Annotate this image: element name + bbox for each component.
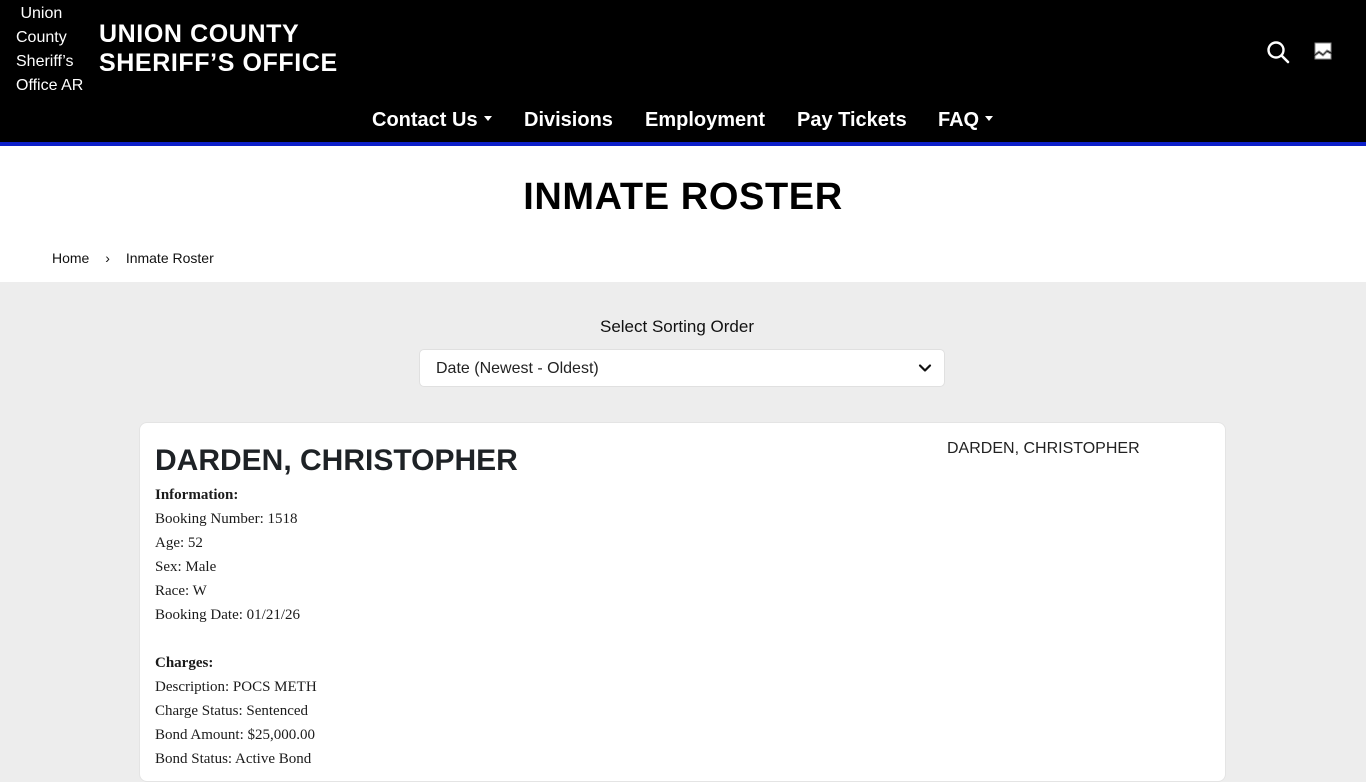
site-title-line-1: UNION COUNTY <box>99 20 300 48</box>
information-heading: Information: <box>155 487 239 503</box>
booking-date: Booking Date: 01/21/26 <box>155 607 300 623</box>
charge-status: Charge Status: Sentenced <box>155 703 309 719</box>
logo-link[interactable]: Union County Sheriff’s Office AR <box>16 2 96 98</box>
nav-item-employment[interactable]: Employment <box>645 104 765 136</box>
charge-description: Description: POCS METH <box>155 679 317 695</box>
page-title: INMATE ROSTER <box>523 176 843 218</box>
sort-order-select[interactable]: Date (Newest - Oldest) <box>419 349 945 387</box>
main-nav: Contact Us Divisions Employment Pay Tick… <box>0 104 1366 138</box>
inmate-details: Information: Booking Number: 1518 Age: 5… <box>155 483 755 771</box>
nav-item-label: FAQ <box>938 109 980 131</box>
breadcrumb-separator: › <box>105 250 110 266</box>
breadcrumb: Home › Inmate Roster <box>52 248 214 268</box>
site-header: Union County Sheriff’s Office AR UNION C… <box>0 0 1366 146</box>
bond-amount: Bond Amount: $25,000.00 <box>155 727 316 743</box>
inmate-name: DARDEN, CHRISTOPHER <box>155 444 518 477</box>
site-title-line-2: SHERIFF’S OFFICE <box>99 49 338 77</box>
page-header: INMATE ROSTER Home › Inmate Roster <box>0 146 1366 282</box>
bond-status: Bond Status: Active Bond <box>155 751 312 767</box>
nav-item-pay-tickets[interactable]: Pay Tickets <box>797 104 907 136</box>
caret-down-icon <box>985 116 994 122</box>
search-button[interactable] <box>1264 38 1292 66</box>
inmate-photo-alt-text: DARDEN, CHRISTOPHER <box>947 440 1140 457</box>
nav-item-label: Divisions <box>524 109 613 131</box>
chevron-down-icon <box>918 364 932 372</box>
nav-item-contact-us[interactable]: Contact Us <box>372 104 492 136</box>
nav-item-faq[interactable]: FAQ <box>938 104 994 136</box>
broken-image-icon <box>1314 42 1332 60</box>
breadcrumb-home-link[interactable]: Home <box>52 250 89 266</box>
inmate-photo: DARDEN, CHRISTOPHER <box>947 439 1140 459</box>
race: Race: W <box>155 583 207 599</box>
site-title[interactable]: UNION COUNTY SHERIFF’S OFFICE <box>99 20 338 78</box>
inmate-card: DARDEN, CHRISTOPHER DARDEN, CHRISTOPHER … <box>139 422 1226 782</box>
nav-item-label: Contact Us <box>372 109 478 131</box>
nav-item-label: Employment <box>645 109 766 131</box>
broken-image[interactable] <box>1314 42 1332 60</box>
nav-item-divisions[interactable]: Divisions <box>524 104 613 136</box>
age: Age: 52 <box>155 535 203 551</box>
breadcrumb-current: Inmate Roster <box>125 250 214 266</box>
nav-item-label: Pay Tickets <box>797 109 907 131</box>
booking-number: Booking Number: 1518 <box>155 511 298 527</box>
caret-down-icon <box>483 116 492 122</box>
sex: Sex: Male <box>155 559 217 575</box>
sort-label: Select Sorting Order <box>599 317 754 336</box>
logo-alt-text: Union County Sheriff’s Office AR <box>16 5 84 94</box>
search-icon <box>1267 41 1290 64</box>
charges-heading: Charges: <box>155 655 214 671</box>
sort-order-value: Date (Newest - Oldest) <box>436 360 599 377</box>
